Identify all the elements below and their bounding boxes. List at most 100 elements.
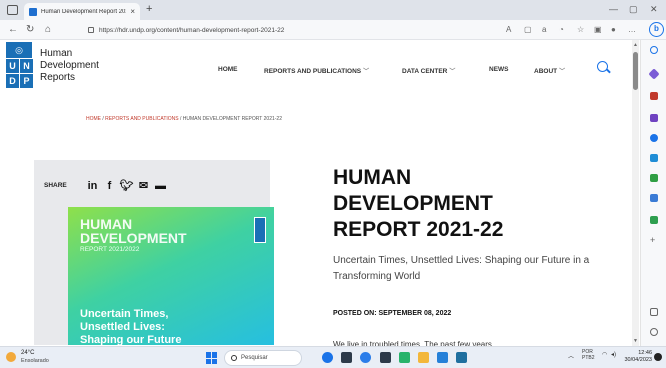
sidebar-add-icon[interactable]: + [650, 236, 658, 245]
sidebar-designer-icon[interactable] [650, 194, 658, 202]
logo-letter: P [20, 74, 33, 88]
sidebar-search-icon[interactable] [650, 46, 658, 54]
un-emblem-icon: ◎ [6, 42, 32, 58]
facebook-icon[interactable]: f [101, 180, 118, 192]
scroll-up-icon[interactable]: ▲ [632, 42, 639, 48]
close-window-icon[interactable]: ✕ [650, 4, 658, 15]
immersive-reader-icon[interactable]: ▢ [524, 25, 532, 34]
wifi-icon[interactable]: ◠ [602, 351, 607, 358]
store-app-icon[interactable] [437, 352, 448, 363]
collections-icon[interactable]: ▣ [594, 25, 602, 34]
share-bar: SHARE in f 🐦︎ ✉ ▬ [44, 179, 169, 193]
chrome-app-icon[interactable] [399, 352, 410, 363]
browser-tab[interactable]: Human Development Report 2021-2022 × [24, 3, 140, 20]
title-bar: Human Development Report 2021-2022 × + —… [0, 0, 666, 20]
nav-item-about[interactable]: ABOUT ﹀ [534, 66, 584, 75]
logo-letter: D [6, 74, 19, 88]
linkedin-icon[interactable]: in [84, 180, 101, 192]
window-menu-icon[interactable] [7, 5, 18, 15]
language-indicator[interactable]: POR PTB2 [582, 349, 595, 361]
weather-temp: 24°C [21, 350, 35, 356]
task-view-icon[interactable] [341, 352, 352, 363]
nav-item-news[interactable]: NEWS [489, 66, 534, 75]
widgets-app-icon[interactable] [380, 352, 391, 363]
chat-app-icon[interactable] [360, 352, 371, 363]
sidebar-settings-icon[interactable] [650, 328, 658, 336]
back-icon[interactable]: ← [8, 24, 18, 35]
tab-close-icon[interactable]: × [130, 7, 135, 16]
sidebar-tools-icon[interactable] [650, 92, 658, 100]
lock-icon [88, 27, 94, 33]
cover-tagline: Uncertain Times, Unsettled Lives: Shapin… [80, 308, 182, 345]
undp-logo[interactable]: ◎ U N D P [6, 42, 34, 90]
breadcrumb-reports[interactable]: REPORTS AND PUBLICATIONS [105, 116, 178, 122]
url-text: https://hdr.undp.org/content/human-devel… [99, 26, 285, 34]
report-cover-image[interactable]: HUMAN DEVELOPMENT REPORT 2021/2022 Uncer… [68, 207, 274, 345]
breadcrumb-current: HUMAN DEVELOPMENT REPORT 2021-22 [182, 116, 282, 122]
twitter-icon[interactable]: 🐦︎ [118, 179, 135, 192]
search-icon [231, 355, 237, 361]
cover-title: HUMAN DEVELOPMENT [80, 216, 187, 246]
edge-sidebar: + [640, 40, 666, 346]
sidebar-outlook-icon[interactable] [650, 154, 658, 162]
volume-icon[interactable]: ◂) [611, 351, 616, 358]
sidebar-tree-icon[interactable] [650, 216, 658, 224]
cover-subtitle: REPORT 2021/2022 [80, 246, 140, 253]
undp-favicon-icon [29, 7, 37, 16]
mail-app-icon[interactable] [456, 352, 467, 363]
breadcrumb-home[interactable]: HOME [86, 116, 101, 122]
nav-item-home[interactable]: HOME [218, 66, 264, 75]
chevron-down-icon: ﹀ [449, 69, 456, 75]
scroll-down-icon[interactable]: ▼ [632, 338, 639, 344]
posted-date: POSTED ON: SEPTEMBER 08, 2022 [333, 310, 452, 317]
site-header: ◎ U N D P Human Development Reports HOME… [0, 40, 632, 92]
address-bar: ← ↻ ⌂ https://hdr.undp.org/content/human… [0, 20, 666, 40]
logo-letter: U [6, 59, 19, 73]
refresh-icon[interactable]: ↻ [26, 24, 34, 35]
minimize-icon[interactable]: — [609, 4, 618, 14]
sidebar-office-icon[interactable] [650, 134, 658, 142]
logo-letter: N [20, 59, 33, 73]
page-subtitle: Uncertain Times, Unsettled Lives: Shapin… [333, 255, 590, 282]
nav-item-data-center[interactable]: DATA CENTER ﹀ [402, 66, 489, 75]
home-icon[interactable]: ⌂ [45, 24, 51, 35]
printer-icon[interactable]: ▬ [152, 180, 169, 192]
share-label: SHARE [44, 182, 67, 189]
file-explorer-icon[interactable] [418, 352, 429, 363]
read-aloud-icon[interactable]: A [506, 25, 511, 34]
edge-app-icon[interactable] [322, 352, 333, 363]
extensions-icon[interactable]: ◔ [559, 25, 564, 34]
sidebar-shopping-icon[interactable] [648, 68, 660, 80]
bing-copilot-icon[interactable]: b [649, 22, 664, 37]
search-icon[interactable] [597, 61, 608, 72]
profile-icon[interactable]: ● [611, 25, 616, 34]
notification-icon[interactable] [654, 353, 662, 361]
url-field[interactable]: https://hdr.undp.org/content/human-devel… [88, 23, 508, 37]
tray-chevron-up-icon[interactable]: ︿ [568, 351, 574, 360]
new-tab-button[interactable]: + [146, 3, 152, 15]
report-cover-card: SHARE in f 🐦︎ ✉ ▬ HUMAN DEVELOPMENT REPO… [34, 160, 274, 345]
system-clock[interactable]: 12:46 30/04/2023 [622, 350, 652, 364]
sidebar-games-icon[interactable] [650, 114, 658, 122]
undp-mini-logo-icon [254, 217, 266, 243]
sidebar-layout-icon[interactable] [650, 308, 658, 316]
taskbar-search[interactable]: Pesquisar [224, 350, 302, 366]
translate-icon[interactable]: a [542, 25, 546, 34]
windows-start-icon[interactable] [206, 352, 218, 364]
weather-sun-icon[interactable] [6, 352, 16, 362]
main-nav: HOME REPORTS AND PUBLICATIONS ﹀ DATA CENT… [218, 66, 584, 75]
page-title: HUMAN DEVELOPMENT REPORT 2021-22 [333, 166, 504, 241]
breadcrumb: HOME / REPORTS AND PUBLICATIONS / HUMAN … [86, 116, 282, 122]
taskbar: 24°C Ensolarado Pesquisar ︿ POR PTB2 ◠ ◂)… [0, 346, 666, 368]
nav-item-reports[interactable]: REPORTS AND PUBLICATIONS ﹀ [264, 66, 402, 75]
email-icon[interactable]: ✉ [135, 179, 152, 192]
chevron-down-icon: ﹀ [363, 69, 370, 75]
restore-icon[interactable]: ▢ [629, 4, 638, 15]
favorites-icon[interactable]: ☆ [577, 25, 584, 34]
scroll-thumb[interactable] [633, 52, 638, 90]
sidebar-drop-icon[interactable] [650, 174, 658, 182]
page-scrollbar[interactable]: ▲ ▼ [632, 40, 639, 346]
more-icon[interactable]: … [628, 25, 636, 34]
weather-condition: Ensolarado [21, 358, 49, 364]
site-brand[interactable]: Human Development Reports [40, 48, 99, 84]
